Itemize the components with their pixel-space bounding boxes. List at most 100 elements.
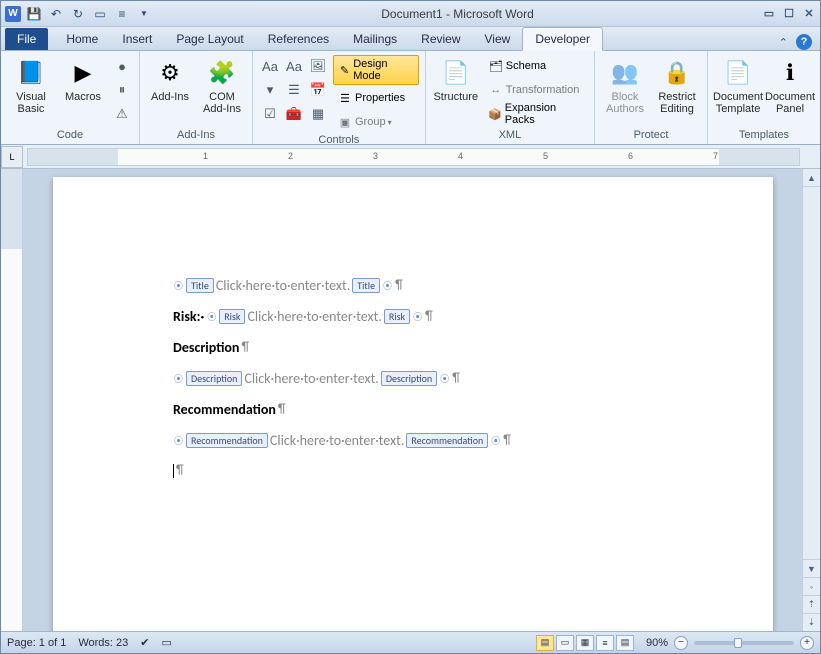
save-icon[interactable]: 💾 xyxy=(25,5,43,23)
maximize-button[interactable]: ☐ xyxy=(782,8,796,20)
cc-tag-end: Risk xyxy=(384,309,410,324)
control-richtext-icon[interactable]: Aa xyxy=(259,55,281,77)
tab-review[interactable]: Review xyxy=(409,28,472,50)
ribbon-group-xml: 📄 Structure 🗂Schema ↔Transformation 📦Exp… xyxy=(426,51,595,144)
addins-button[interactable]: ⚙ Add-Ins xyxy=(146,55,194,105)
tab-mailings[interactable]: Mailings xyxy=(341,28,409,50)
control-dropdown-icon[interactable]: ☰ xyxy=(283,79,305,101)
record-macro-icon[interactable]: ● xyxy=(111,55,133,77)
insert-mode-icon[interactable]: ▭ xyxy=(161,636,171,649)
document-panel-button[interactable]: ℹ Document Panel xyxy=(766,55,814,117)
transformation-icon: ↔ xyxy=(488,84,504,96)
zoom-in-button[interactable]: + xyxy=(800,636,814,650)
schema-button[interactable]: 🗂Schema xyxy=(484,55,588,77)
cc-open-handle-icon: ⦿ xyxy=(206,310,217,323)
control-checkbox-icon[interactable]: ☑ xyxy=(259,103,281,125)
ruler-area: L 1 2 3 4 5 6 7 xyxy=(1,145,820,169)
prev-page-icon[interactable]: ⇡ xyxy=(803,595,820,613)
zoom-level[interactable]: 90% xyxy=(646,637,668,649)
cc-open-handle-icon: ⦿ xyxy=(173,279,184,292)
ribbon-tabs: File Home Insert Page Layout References … xyxy=(1,27,820,51)
document-template-button[interactable]: 📄 Document Template xyxy=(714,55,762,117)
ribbon-minimize-icon[interactable]: ⌃ xyxy=(779,36,788,49)
block-authors-icon: 👥 xyxy=(609,57,641,89)
document-viewport[interactable]: ⦿ Title Click·here·to·enter·text. Title … xyxy=(23,169,802,631)
qat-icon-2[interactable]: ≡ xyxy=(113,5,131,23)
properties-button[interactable]: ☰ Properties xyxy=(333,87,419,109)
transformation-button[interactable]: ↔Transformation xyxy=(484,79,588,101)
tab-file[interactable]: File xyxy=(5,28,48,50)
content-control-description[interactable]: ⦿ Description Click·here·to·enter·text. … xyxy=(173,370,653,387)
minimize-button[interactable]: ▭ xyxy=(762,8,776,20)
control-plaintext-icon[interactable]: Aa xyxy=(283,55,305,77)
scroll-track[interactable] xyxy=(803,187,820,559)
redo-icon[interactable]: ↻ xyxy=(69,5,87,23)
tab-developer[interactable]: Developer xyxy=(522,27,603,51)
help-icon[interactable]: ? xyxy=(796,34,812,50)
cc-tag-end: Description xyxy=(381,371,437,386)
tab-selector[interactable]: L xyxy=(1,146,23,168)
schema-icon: 🗂 xyxy=(488,60,504,73)
macro-security-icon[interactable]: ⚠ xyxy=(111,103,133,125)
browse-object-icon[interactable]: ◦ xyxy=(803,577,820,595)
statusbar: Page: 1 of 1 Words: 23 ✔ ▭ ▤ ▭ ▦ ≡ ▤ 90%… xyxy=(1,631,820,653)
pilcrow-icon: ¶ xyxy=(503,433,511,448)
control-date-icon[interactable]: 📅 xyxy=(307,79,329,101)
control-picture-icon[interactable]: 🖼 xyxy=(307,55,329,77)
view-draft-icon[interactable]: ▤ xyxy=(616,635,634,651)
control-buildingblock-icon[interactable]: ▦ xyxy=(307,103,329,125)
proofing-icon[interactable]: ✔ xyxy=(140,636,149,649)
vertical-scrollbar[interactable]: ▲ ▼ ◦ ⇡ ⇣ xyxy=(802,169,820,631)
status-page[interactable]: Page: 1 of 1 xyxy=(7,637,66,649)
tab-view[interactable]: View xyxy=(473,28,523,50)
cc-open-handle-icon: ⦿ xyxy=(173,372,184,385)
content-control-recommendation[interactable]: ⦿ Recommendation Click·here·to·enter·tex… xyxy=(173,432,653,449)
close-button[interactable]: ✕ xyxy=(802,8,816,20)
tab-home[interactable]: Home xyxy=(54,28,110,50)
com-addins-button[interactable]: 🧩 COM Add-Ins xyxy=(198,55,246,117)
status-words[interactable]: Words: 23 xyxy=(78,637,128,649)
tab-page-layout[interactable]: Page Layout xyxy=(164,28,255,50)
panel-icon: ℹ xyxy=(774,57,806,89)
restrict-editing-button[interactable]: 🔒 Restrict Editing xyxy=(653,55,701,117)
view-print-layout-icon[interactable]: ▤ xyxy=(536,635,554,651)
control-combo-icon[interactable]: ▾ xyxy=(259,79,281,101)
visual-basic-button[interactable]: 📘 Visual Basic xyxy=(7,55,55,117)
zoom-out-button[interactable]: − xyxy=(674,636,688,650)
heading-recommendation: Recommendation¶ xyxy=(173,401,653,418)
document-page[interactable]: ⦿ Title Click·here·to·enter·text. Title … xyxy=(53,177,773,631)
undo-icon[interactable]: ↶ xyxy=(47,5,65,23)
zoom-slider[interactable] xyxy=(694,641,794,645)
line-risk: Risk:· ⦿ Risk Click·here·to·enter·text. … xyxy=(173,308,653,325)
design-mode-button[interactable]: ✎ Design Mode xyxy=(333,55,419,85)
titlebar: W 💾 ↶ ↻ ▭ ≡ ▼ Document1 - Microsoft Word… xyxy=(1,1,820,27)
scroll-up-icon[interactable]: ▲ xyxy=(803,169,820,187)
cc-tag-start: Title xyxy=(186,278,214,293)
view-web-icon[interactable]: ▦ xyxy=(576,635,594,651)
qat-dropdown-icon[interactable]: ▼ xyxy=(135,5,153,23)
macros-button[interactable]: ▶ Macros xyxy=(59,55,107,105)
next-page-icon[interactable]: ⇣ xyxy=(803,613,820,631)
empty-line[interactable]: ¶ xyxy=(173,463,653,478)
view-outline-icon[interactable]: ≡ xyxy=(596,635,614,651)
horizontal-ruler[interactable]: 1 2 3 4 5 6 7 xyxy=(27,148,800,166)
vertical-ruler[interactable] xyxy=(1,169,23,631)
structure-button[interactable]: 📄 Structure xyxy=(432,55,480,105)
control-legacy-icon[interactable]: 🧰 xyxy=(283,103,305,125)
view-mode-buttons: ▤ ▭ ▦ ≡ ▤ xyxy=(536,635,634,651)
cc-tag-end: Title xyxy=(352,278,380,293)
view-fullscreen-icon[interactable]: ▭ xyxy=(556,635,574,651)
qat-icon-1[interactable]: ▭ xyxy=(91,5,109,23)
scroll-down-icon[interactable]: ▼ xyxy=(803,559,820,577)
tab-references[interactable]: References xyxy=(256,28,341,50)
zoom-thumb[interactable] xyxy=(734,638,742,648)
group-button[interactable]: ▣ Group▾ xyxy=(333,111,419,133)
content-control-title[interactable]: ⦿ Title Click·here·to·enter·text. Title … xyxy=(173,277,653,294)
properties-icon: ☰ xyxy=(337,92,353,105)
expansion-packs-button[interactable]: 📦Expansion Packs xyxy=(484,103,588,125)
tab-insert[interactable]: Insert xyxy=(110,28,164,50)
block-authors-button[interactable]: 👥 Block Authors xyxy=(601,55,649,117)
pause-macro-icon[interactable]: ⏸ xyxy=(111,79,133,101)
cc-close-handle-icon: ⦿ xyxy=(412,310,423,323)
word-app-icon[interactable]: W xyxy=(5,6,21,22)
